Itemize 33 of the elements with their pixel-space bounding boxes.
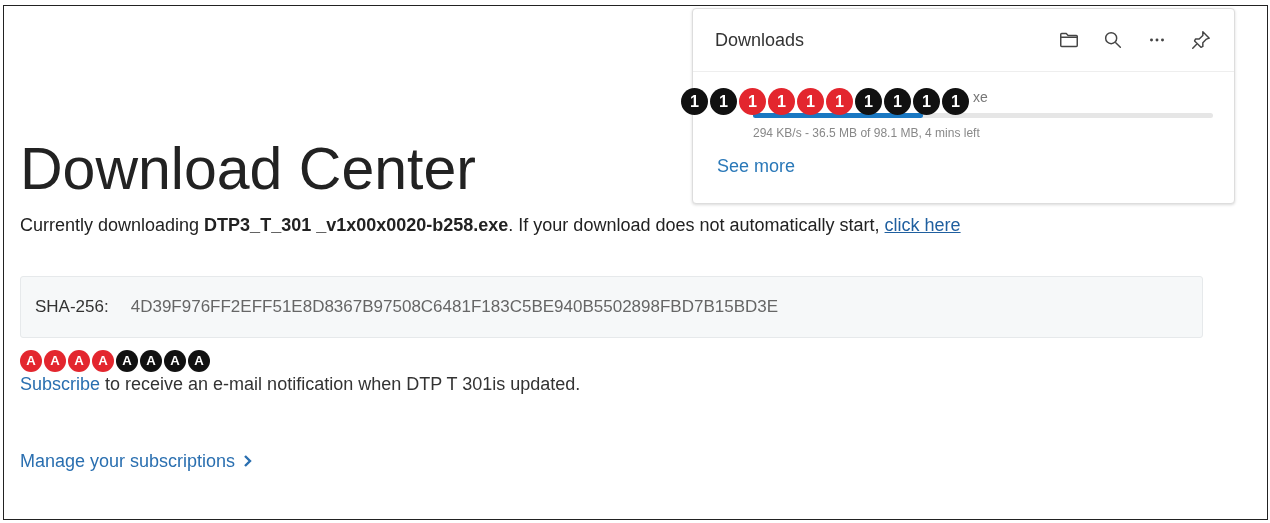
page-heading: Download Center: [20, 135, 476, 204]
hash-value: 4D39F976FF2EFF51E8D8367B97508C6481F183C5BE940B5502898FBD7B15BD3E: [130, 296, 779, 317]
callout-badge: 1: [826, 88, 853, 115]
callout-badge: A: [116, 349, 138, 372]
download-status: 294 KB/s - 36.5 MB of 98.1 MB, 4 mins left: [753, 126, 981, 140]
callout-badge: 1: [942, 88, 969, 115]
hash-label: SHA-256:: [35, 296, 109, 317]
callout-badge: A: [20, 349, 42, 372]
callout-badge: A: [92, 349, 114, 372]
callout-badge: 1: [710, 88, 737, 115]
callout-badge: A: [68, 349, 90, 372]
callout-badge: 1: [855, 88, 882, 115]
manage-subscriptions-link[interactable]: Manage your subscriptions: [20, 450, 253, 472]
callout-badge: A: [140, 349, 162, 372]
callout-badge: 1: [913, 88, 940, 115]
callout-badge: A: [188, 349, 210, 372]
click-here-link[interactable]: click here: [884, 214, 961, 235]
callout-badge: 1: [797, 88, 824, 115]
panel-title: Downloads: [715, 29, 806, 51]
chevron-icon: [243, 454, 253, 469]
subscribe-text: Subscribe to receive an e-mail notification when DTP T 301is updated.: [20, 373, 581, 395]
download-notice: Currently downloading DTP3_T_301 _v1x00x0020-b258.exe. If your download does not automatically start, click here: [20, 214, 961, 236]
pin-icon[interactable]: [1190, 29, 1212, 51]
callout-badge: A: [164, 349, 186, 372]
search-icon[interactable]: [1102, 29, 1124, 51]
callout-badge: 1: [681, 88, 708, 115]
callout-badge: 1: [768, 88, 795, 115]
callout-badge: A: [44, 349, 66, 372]
callout-badge: 1: [739, 88, 766, 115]
callout-badge: 1: [884, 88, 911, 115]
subscribe-link[interactable]: Subscribe: [20, 373, 101, 394]
see-more-link[interactable]: See more: [717, 156, 796, 177]
file-name: xe: [973, 88, 988, 105]
